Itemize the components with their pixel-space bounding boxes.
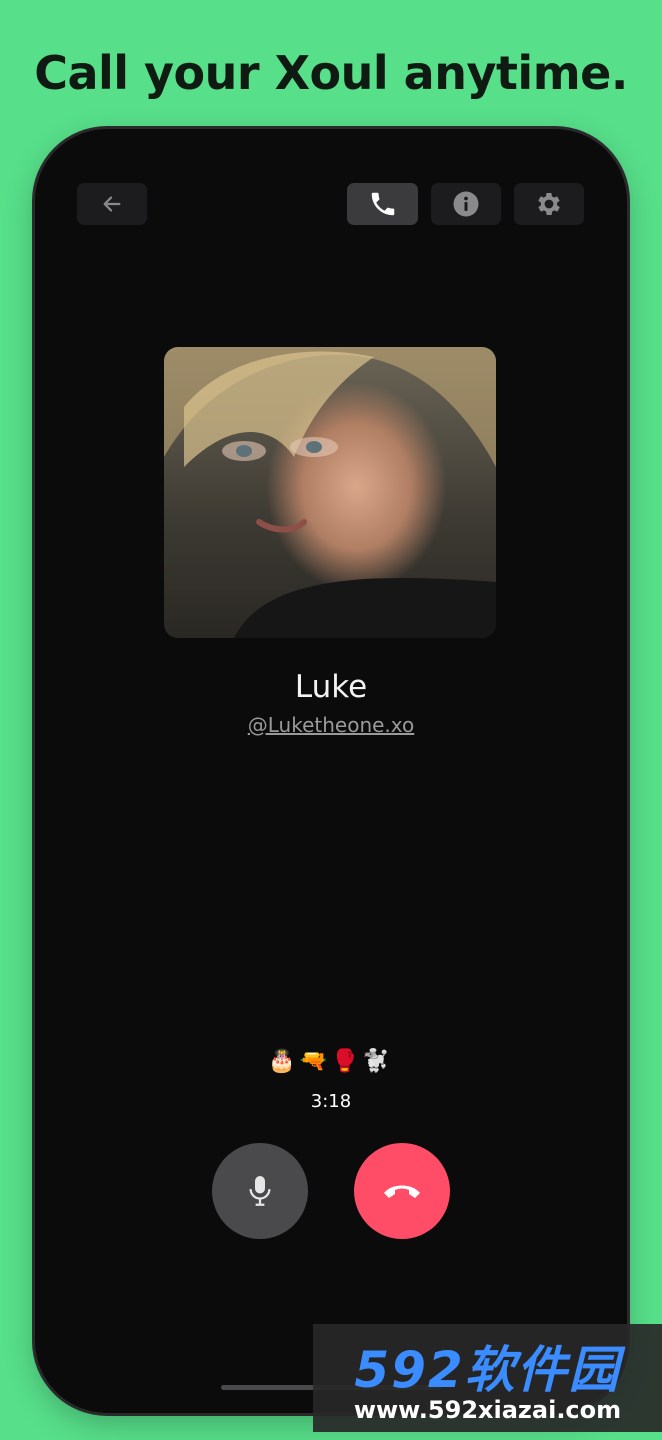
info-icon	[453, 191, 479, 217]
watermark-url: www.592xiazai.com	[353, 1396, 622, 1424]
watermark-overlay: 592软件园 www.592xiazai.com	[313, 1324, 662, 1432]
mute-button[interactable]	[212, 1143, 308, 1239]
contact-handle-link[interactable]: @Luketheone.xo	[35, 713, 627, 737]
contact-name: Luke	[294, 669, 368, 705]
headline: Call your Xoul anytime.	[34, 46, 628, 100]
hang-up-icon	[384, 1185, 420, 1198]
call-timer: 3:18	[310, 1091, 352, 1112]
end-call-button[interactable]	[354, 1143, 450, 1239]
arrow-left-icon	[103, 196, 121, 212]
phone-icon	[371, 192, 394, 216]
watermark-brand: 592软件园	[354, 1341, 621, 1399]
call-tab-button[interactable]	[347, 183, 418, 225]
microphone-icon	[249, 1176, 271, 1206]
gear-icon	[538, 193, 560, 215]
contact-avatar	[164, 347, 496, 638]
phone-frame: Luke @Luketheone.xo 🎂🔫🥊🐩 3:18	[35, 129, 627, 1413]
settings-button[interactable]	[514, 183, 584, 225]
emoji-row: 🎂🔫🥊🐩	[268, 1049, 394, 1074]
info-button[interactable]	[431, 183, 501, 225]
back-button[interactable]	[77, 183, 147, 225]
